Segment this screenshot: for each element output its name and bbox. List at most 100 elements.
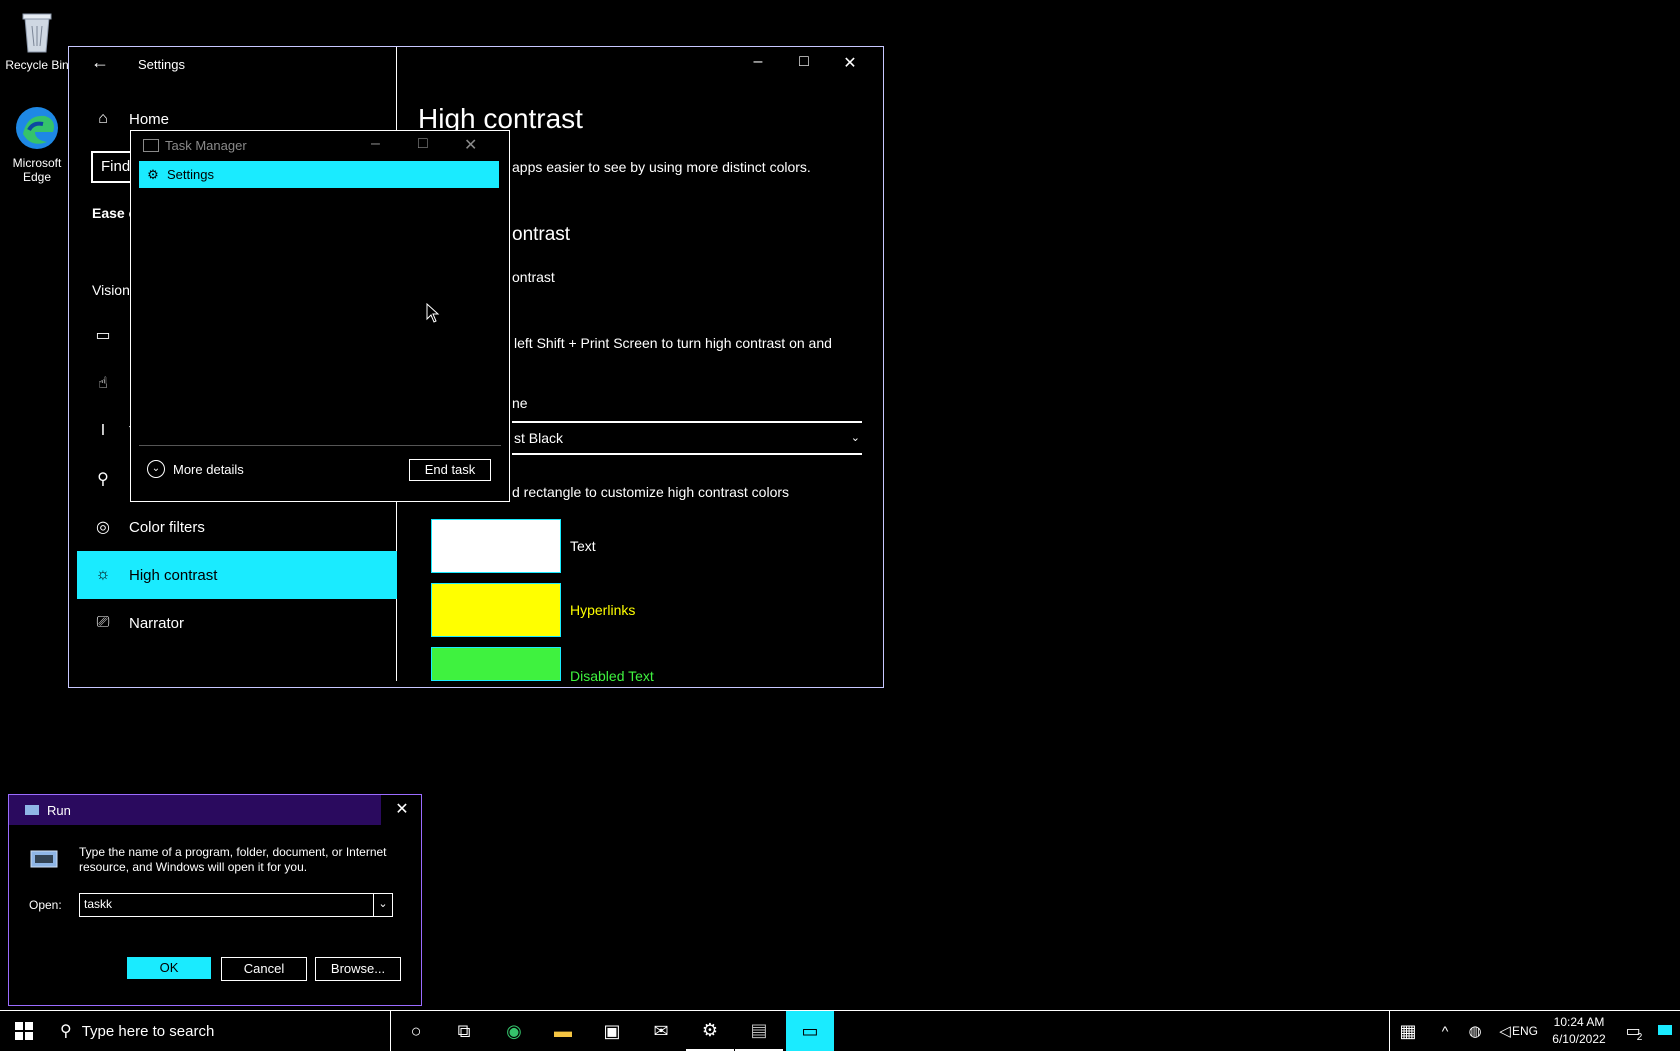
news-icon: ▦ [1399,1020,1417,1041]
section-title: ontrast [512,224,571,245]
mail-icon: ✉ [653,1020,669,1041]
action-center-button[interactable]: ▭ 2 [1614,1011,1654,1051]
clock-date: 6/10/2022 [1552,1032,1606,1046]
desktop-icon-label: Microsoft Edge [12,156,62,184]
open-label: Open: [29,898,62,912]
theme-dropdown[interactable]: st Black ⌄ [512,421,862,455]
folder-icon: ▬ [554,1020,572,1041]
swatch-label: Hyperlinks [570,602,636,618]
process-row[interactable]: ⚙ Settings [139,161,499,188]
task-view-button[interactable]: ⧉ [440,1011,488,1051]
cortana-button[interactable]: ○ [392,1011,440,1051]
taskbar-run[interactable]: ▭ [786,1011,834,1051]
search-icon: ⚲ [60,1023,72,1040]
nav-narrator[interactable]: ⎚ Narrator [77,599,397,647]
dropdown-button[interactable]: ⌄ [373,894,392,916]
text-color-swatch[interactable] [431,519,561,573]
open-input[interactable]: taskk ⌄ [79,893,393,917]
swatch-label: Disabled Text [570,668,654,682]
taskbar-mail[interactable]: ✉ [637,1011,685,1051]
taskbar-edge[interactable]: ◉ [490,1011,538,1051]
run-icon: ▭ [801,1020,819,1041]
task-view-icon: ⧉ [457,1020,471,1041]
magnifier-icon: ⚲ [97,471,109,488]
show-hidden-icons-button[interactable]: ^ [1430,1011,1460,1051]
chevron-up-icon: ^ [1441,1023,1449,1039]
text-cursor-icon: I [100,422,106,439]
open-value: taskk [84,897,113,911]
start-button[interactable] [0,1011,48,1051]
disabled-text-color-swatch[interactable] [431,647,561,681]
run-dialog: Run ✕ Type the name of a program, folder… [8,794,422,1006]
taskbar-file-explorer[interactable]: ▬ [539,1011,587,1051]
close-button[interactable]: ✕ [827,53,873,73]
minimize-button[interactable]: – [735,53,781,71]
notification-badge: 2 [1636,1031,1643,1043]
nav-color-filters[interactable]: ◎ Color filters [77,503,397,551]
circle-icon: ○ [410,1020,422,1041]
hyperlinks-color-swatch[interactable] [431,583,561,637]
edge-icon: ◉ [506,1020,522,1041]
window-title: Settings [138,57,185,72]
group-heading: Vision [92,282,130,298]
search-placeholder: Find [101,158,131,175]
taskbar-store[interactable]: ▣ [588,1011,636,1051]
language-indicator[interactable]: ENG [1512,1024,1538,1038]
home-icon: ⌂ [98,110,108,127]
window-title: Run [47,802,71,818]
run-program-icon [29,847,59,876]
mouse-cursor-icon [426,302,440,328]
taskbar: ⚲ Type here to search ○ ⧉ ◉ ▬ ▣ ✉ ⚙ ▤ ▭ … [0,1010,1680,1051]
close-button[interactable]: ✕ [464,135,477,155]
footer-divider [139,445,501,446]
shortcut-text: left Shift + Print Screen to turn high c… [514,335,832,351]
nav-high-contrast[interactable]: ☼ High contrast [77,551,397,599]
maximize-button[interactable]: □ [781,53,827,71]
gear-icon: ⚙ [701,1019,719,1040]
globe-icon: ◍ [1468,1023,1482,1040]
speaker-muted-icon: ◁ [1499,1023,1511,1040]
back-arrow-icon[interactable]: ← [91,52,109,73]
run-icon [25,805,39,815]
monitor-icon: ▭ [95,327,111,344]
task-manager-window: Task Manager – □ ✕ ⚙ Settings ⌄ More det… [130,130,510,502]
narrator-icon: ⎚ [96,614,110,631]
more-details-label: More details [173,461,244,477]
window-title: Task Manager [165,138,247,153]
windows-icon [15,1022,33,1040]
browse-button[interactable]: Browse... [315,957,401,981]
taskbar-settings[interactable]: ⚙ [686,1011,734,1051]
process-name: Settings [167,167,214,182]
page-description: apps easier to see by using more distinc… [512,159,811,175]
sun-icon: ☼ [95,566,111,583]
desktop-icon-edge[interactable]: Microsoft Edge [0,104,77,184]
nav-label: Home [129,110,170,128]
more-details-button[interactable]: ⌄ More details [147,460,244,478]
desktop-icon-recycle-bin[interactable]: Recycle Bin [0,8,77,72]
run-description: Type the name of a program, folder, docu… [79,845,387,874]
palette-icon: ◎ [96,519,110,536]
nav-label: Color filters [129,518,205,536]
nav-label: High contrast [129,566,218,584]
minimize-button[interactable]: – [371,135,380,153]
pointer-icon: ☝ [98,375,108,392]
clock[interactable]: 10:24 AM 6/10/2022 [1545,1014,1613,1048]
ok-button[interactable]: OK [127,957,211,979]
customize-text: d rectangle to customize high contrast c… [512,484,790,500]
maximize-button[interactable]: □ [418,135,428,153]
cancel-button[interactable]: Cancel [221,957,307,981]
show-desktop-button[interactable] [1658,1025,1672,1035]
taskbar-task-manager[interactable]: ▤ [735,1011,783,1051]
chevron-down-icon: ⌄ [850,432,860,444]
run-titlebar: Run [9,795,381,825]
store-icon: ▣ [603,1020,621,1041]
chevron-down-circle-icon: ⌄ [147,460,165,478]
task-manager-titlebar: Task Manager [143,138,247,153]
news-button[interactable]: ▦ [1386,1011,1430,1051]
taskbar-search-box[interactable]: ⚲ Type here to search [48,1011,391,1051]
end-task-button[interactable]: End task [409,459,491,481]
theme-label: ne [512,395,528,411]
network-button[interactable]: ◍ [1460,1011,1490,1051]
desktop-icon-label: Recycle Bin [5,58,69,72]
close-button[interactable]: ✕ [383,795,421,825]
